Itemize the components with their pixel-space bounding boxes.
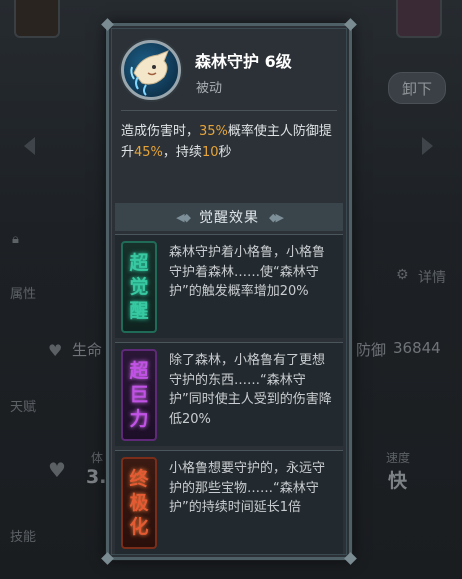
- divider: [121, 110, 337, 111]
- body-heart-icon: ♥: [48, 458, 66, 482]
- attr-label: 属性: [10, 287, 37, 302]
- life-heart-icon: ♥: [48, 341, 63, 360]
- prev-arrow-icon[interactable]: [24, 137, 35, 155]
- next-arrow-icon[interactable]: [422, 137, 433, 155]
- defense-value: 36844: [393, 339, 441, 357]
- skill-title: 森林守护 6级: [195, 52, 292, 71]
- skill-description: 造成伤害时，35%概率使主人防御提升45%，持续10秒: [121, 121, 343, 163]
- awakening-card-1: 超 觉 醒 森林守护着小格鲁，小格鲁守护着森林……使“森林守护”的触发概率增加2…: [115, 234, 343, 338]
- unequip-button[interactable]: 卸下: [388, 72, 446, 104]
- badge-char: 力: [129, 408, 149, 430]
- desc-value: 35%: [199, 124, 228, 139]
- skill-header: 森林守护 6级 被动: [115, 34, 343, 108]
- ornament-left-icon: ◀◆: [176, 210, 191, 224]
- lock-icon: 🔒︎: [12, 232, 19, 247]
- desc-text: 秒: [218, 145, 232, 160]
- awakening-text-2: 除了森林，小格鲁有了更想守护的东西……“森林守护”同时使主人受到的伤害降低20%: [169, 353, 332, 427]
- body-label: 体: [91, 451, 104, 465]
- forest-guard-icon: [121, 40, 181, 100]
- skill-type: 被动: [196, 81, 223, 96]
- awakening-card-2: 超 巨 力 除了森林，小格鲁有了更想守护的东西……“森林守护”同时使主人受到的伤…: [115, 342, 343, 446]
- awakening-title: 觉醒效果: [199, 210, 259, 226]
- awakening-text-1: 森林守护着小格鲁，小格鲁守护着森林……使“森林守护”的触发概率增加20%: [169, 245, 326, 299]
- badge-char: 醒: [129, 300, 149, 322]
- super-awaken-badge: 超 觉 醒: [121, 241, 157, 333]
- super-strength-badge: 超 巨 力: [121, 349, 157, 441]
- desc-value: 45%: [134, 145, 163, 160]
- desc-text: ，持续: [162, 145, 202, 160]
- speed-label: 速度: [386, 451, 411, 465]
- awakening-header: ◀◆ 觉醒效果 ◆▶: [115, 203, 343, 231]
- awakening-text-3: 小格鲁想要守护的，永远守护的那些宝物……“森林守护”的持续时间延长1倍: [169, 461, 326, 515]
- skill-detail-popup: 森林守护 6级 被动 造成伤害时，35%概率使主人防御提升45%，持续10秒 ◀…: [101, 18, 357, 565]
- talent-label: 天赋: [10, 400, 37, 415]
- badge-char: 超: [129, 252, 149, 274]
- detail-label[interactable]: 详情: [418, 267, 446, 287]
- equipment-slot-right[interactable]: [396, 0, 442, 38]
- badge-char: 终: [129, 468, 149, 490]
- badge-char: 化: [129, 516, 149, 538]
- ornament-right-icon: ◆▶: [269, 210, 284, 224]
- speed-value: 快: [388, 470, 408, 492]
- badge-char: 极: [129, 492, 149, 514]
- equipment-slot-left[interactable]: [14, 0, 60, 38]
- detail-icon[interactable]: ⚙: [396, 267, 409, 283]
- badge-char: 巨: [129, 384, 149, 406]
- awakening-card-3: 终 极 化 小格鲁想要守护的，永远守护的那些宝物……“森林守护”的持续时间延长1…: [115, 450, 343, 554]
- life-label: 生命: [72, 341, 103, 359]
- skill-label: 技能: [10, 530, 37, 545]
- desc-value: 10: [201, 145, 219, 160]
- ultimate-badge: 终 极 化: [121, 457, 157, 549]
- defense-label: 防御: [356, 341, 387, 359]
- body-value: 3.: [86, 466, 107, 488]
- desc-text: 造成伤害时，: [121, 124, 200, 139]
- badge-char: 超: [129, 360, 149, 382]
- badge-char: 觉: [129, 276, 149, 298]
